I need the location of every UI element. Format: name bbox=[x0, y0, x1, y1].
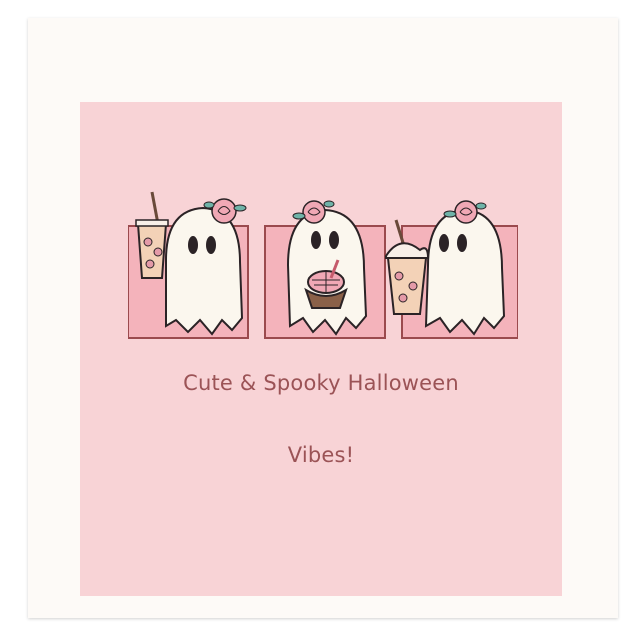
ghost-eye-left bbox=[311, 231, 321, 249]
caption-line-2: Vibes! bbox=[287, 443, 355, 467]
ghost-eye-right bbox=[206, 236, 216, 254]
product-stage: Cute & Spooky Halloween Vibes! bbox=[0, 0, 644, 644]
ghost-eye-left bbox=[439, 234, 449, 252]
caption-line-1: Cute & Spooky Halloween bbox=[183, 371, 459, 395]
ghost-body-1 bbox=[165, 206, 244, 336]
iced-coffee-cup-icon bbox=[135, 191, 169, 279]
ghost-eye-right bbox=[329, 231, 339, 249]
ghost-illustration-strip bbox=[128, 190, 518, 350]
ghost-with-pastry bbox=[264, 200, 386, 339]
ghost-with-frappe bbox=[385, 200, 518, 339]
ghost-eye-left bbox=[188, 236, 198, 254]
ghost-with-iced-coffee bbox=[128, 191, 249, 339]
ghost-eye-right bbox=[457, 234, 467, 252]
ghost-body-3 bbox=[424, 208, 506, 336]
